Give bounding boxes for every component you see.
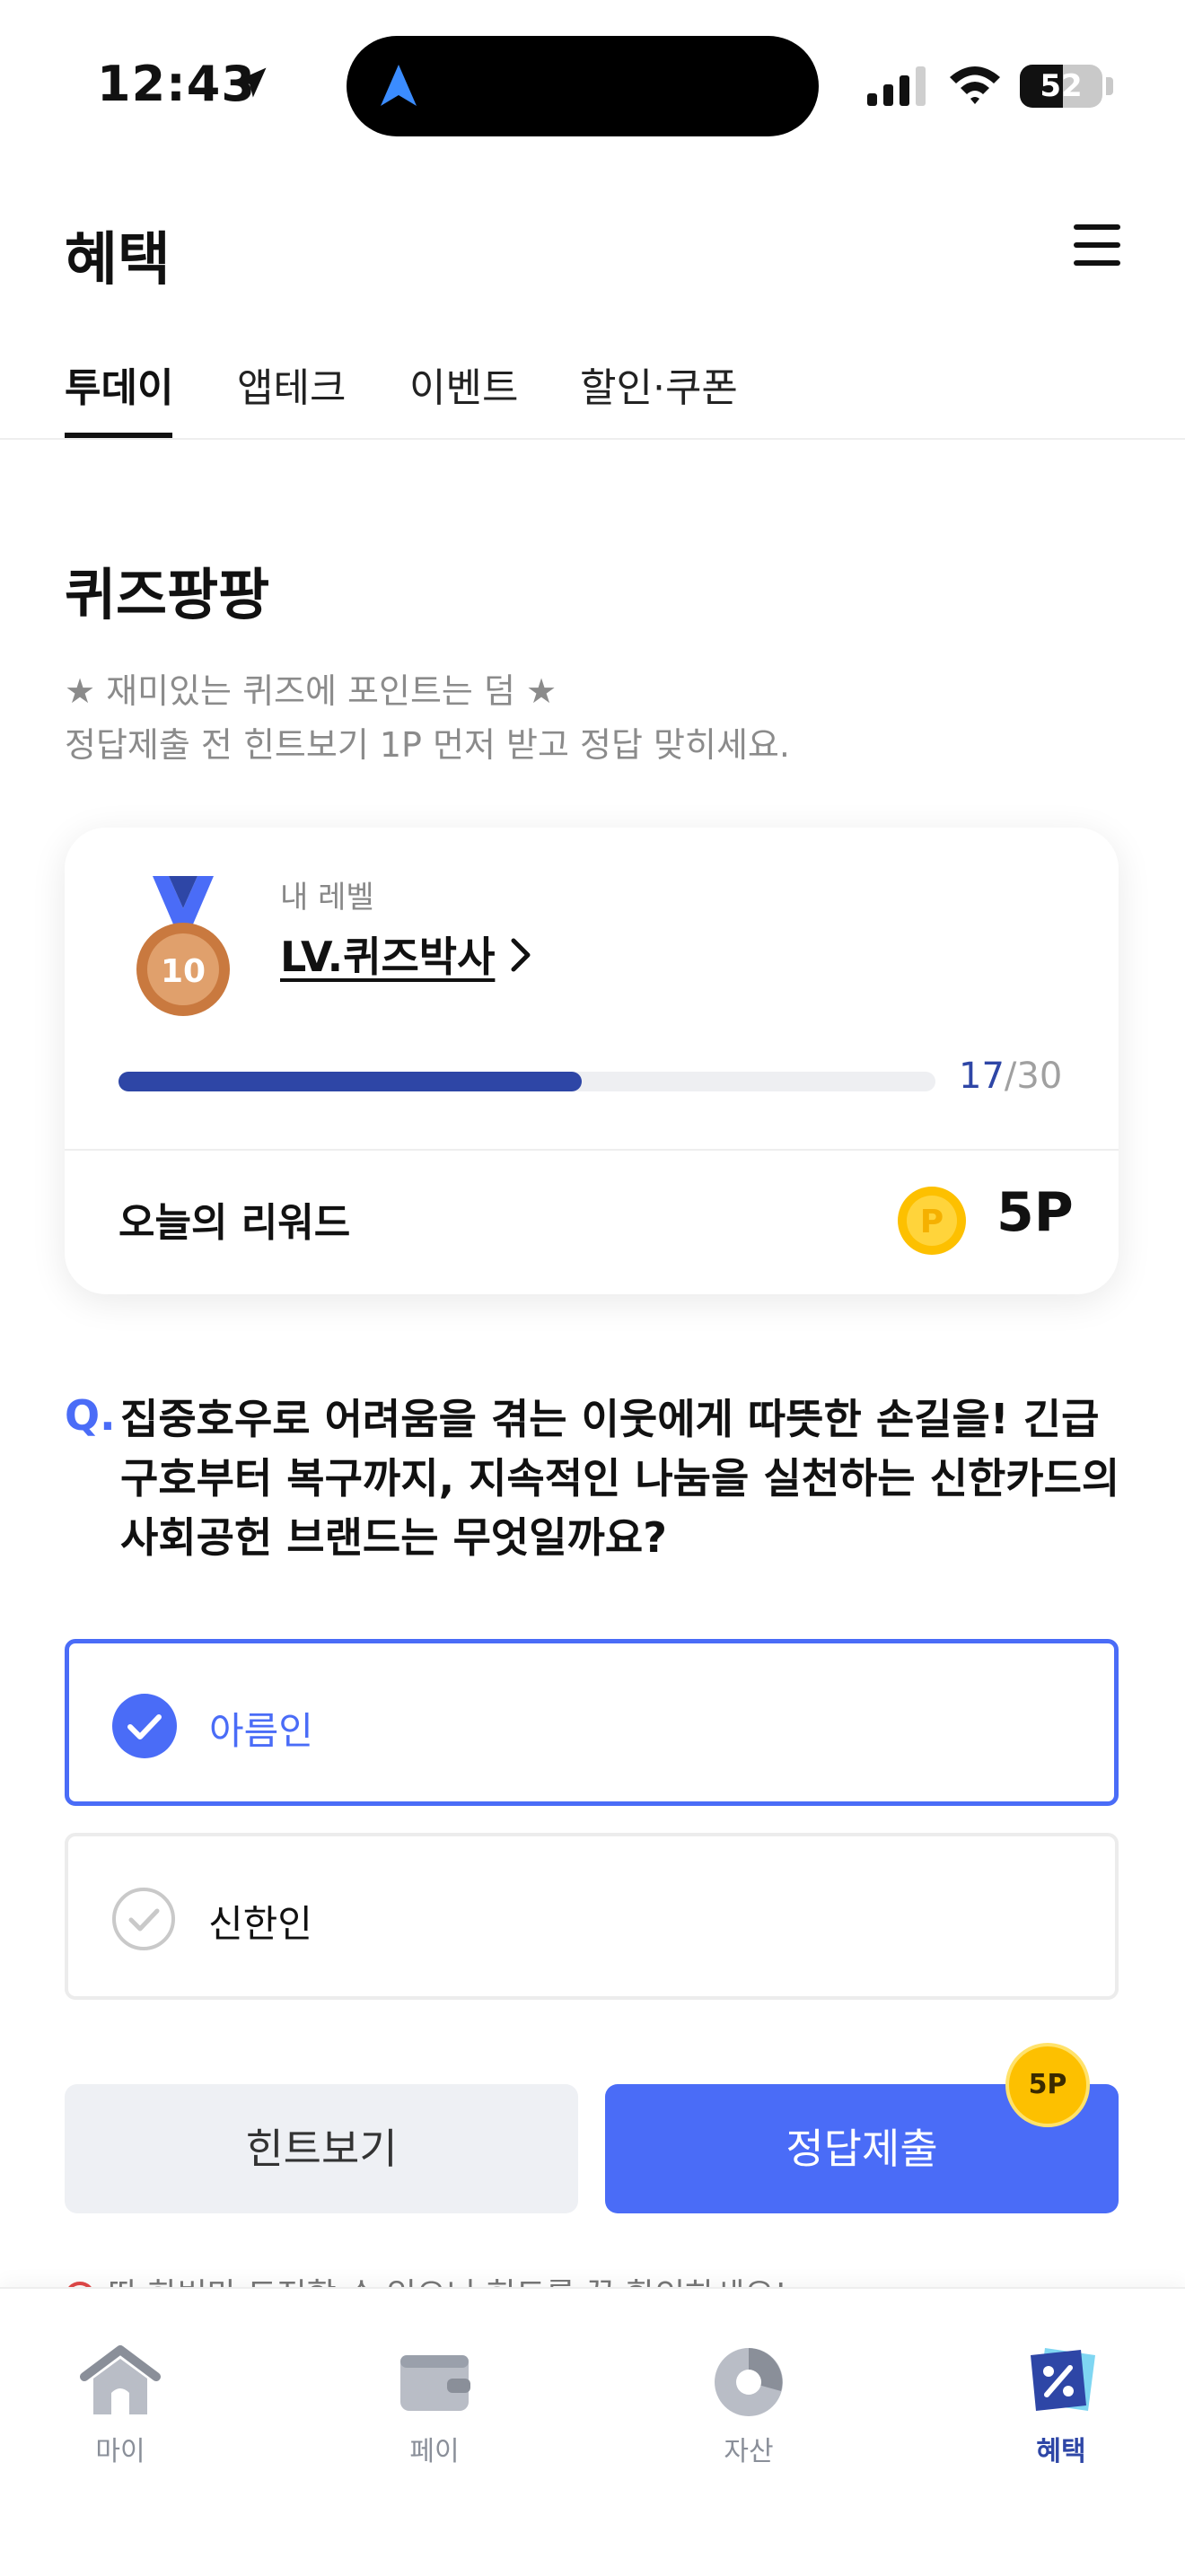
cellular-signal-icon [867,66,928,106]
chevron-right-icon[interactable] [508,937,533,977]
description-line: 정답제출 전 힌트보기 1P 먼저 받고 정답 맞히세요. [65,725,790,765]
option-label: 아름인 [209,1709,313,1753]
nav-item-benefit[interactable]: 혜택 [980,2343,1142,2468]
check-circle-filled-icon [112,1694,177,1762]
progress-count: 17/30 [959,1056,1063,1097]
navigation-arrow-icon [377,63,420,113]
page-title: 혜택 [65,227,171,294]
battery-cap [1106,77,1113,95]
section-title: 퀴즈팡팡 [65,562,270,627]
description-line: ★ 재미있는 퀴즈에 포인트는 덤 ★ [65,671,557,711]
reward-value: 5P [996,1181,1074,1244]
tab-divider [0,438,1185,440]
reward-label: 오늘의 리워드 [118,1200,351,1246]
wifi-icon [948,63,1002,110]
quiz-description: ★ 재미있는 퀴즈에 포인트는 덤 ★ 정답제출 전 힌트보기 1P 먼저 받고… [65,664,790,772]
question-marker: Q. [65,1391,116,1440]
medal-icon: 10 [120,872,246,1029]
tab-discount-coupon[interactable]: 할인·쿠폰 [580,355,738,413]
pie-chart-icon [715,2348,783,2416]
location-arrow-icon [232,63,271,106]
tab-apptech[interactable]: 앱테크 [237,355,346,413]
level-name-link[interactable]: LV.퀴즈박사 [280,924,495,984]
option-label: 신한인 [208,1902,312,1946]
svg-text:P: P [920,1204,944,1240]
battery-icon: 52 [1020,65,1102,108]
check-circle-outline-icon [111,1887,176,1955]
menu-icon[interactable] [1074,224,1120,266]
nav-item-pay[interactable]: 페이 [354,2343,515,2468]
level-caption: 내 레벨 [280,880,374,916]
dynamic-island [347,36,819,136]
level-card: 10 내 레벨 LV.퀴즈박사 17/30 오늘의 리워드 P 5P [65,828,1119,1294]
answer-option-2[interactable]: 신한인 [65,1833,1119,2000]
tab-event[interactable]: 이벤트 [409,355,518,413]
level-progress-fill [118,1072,582,1091]
home-icon [80,2345,161,2414]
answer-option-1[interactable]: 아름인 [65,1639,1119,1806]
level-progress-bar [118,1072,935,1091]
card-divider [65,1149,1119,1151]
wallet-icon [400,2355,470,2411]
bottom-navigation: 마이 페이 자산 혜택 [0,2287,1185,2576]
nav-item-assets[interactable]: 자산 [668,2343,830,2468]
benefit-coupon-icon [1031,2348,1095,2411]
nav-item-my[interactable]: 마이 [40,2343,201,2468]
question-text: 집중호우로 어려움을 겪는 이웃에게 따뜻한 손길을! 긴급 구호부터 복구까지… [120,1395,1120,1562]
medal-number: 10 [161,953,206,990]
submit-point-badge: 5P [1005,2043,1090,2127]
hint-button[interactable]: 힌트보기 [65,2084,578,2213]
coin-icon: P [896,1185,968,1260]
tab-today[interactable]: 투데이 [65,355,173,413]
